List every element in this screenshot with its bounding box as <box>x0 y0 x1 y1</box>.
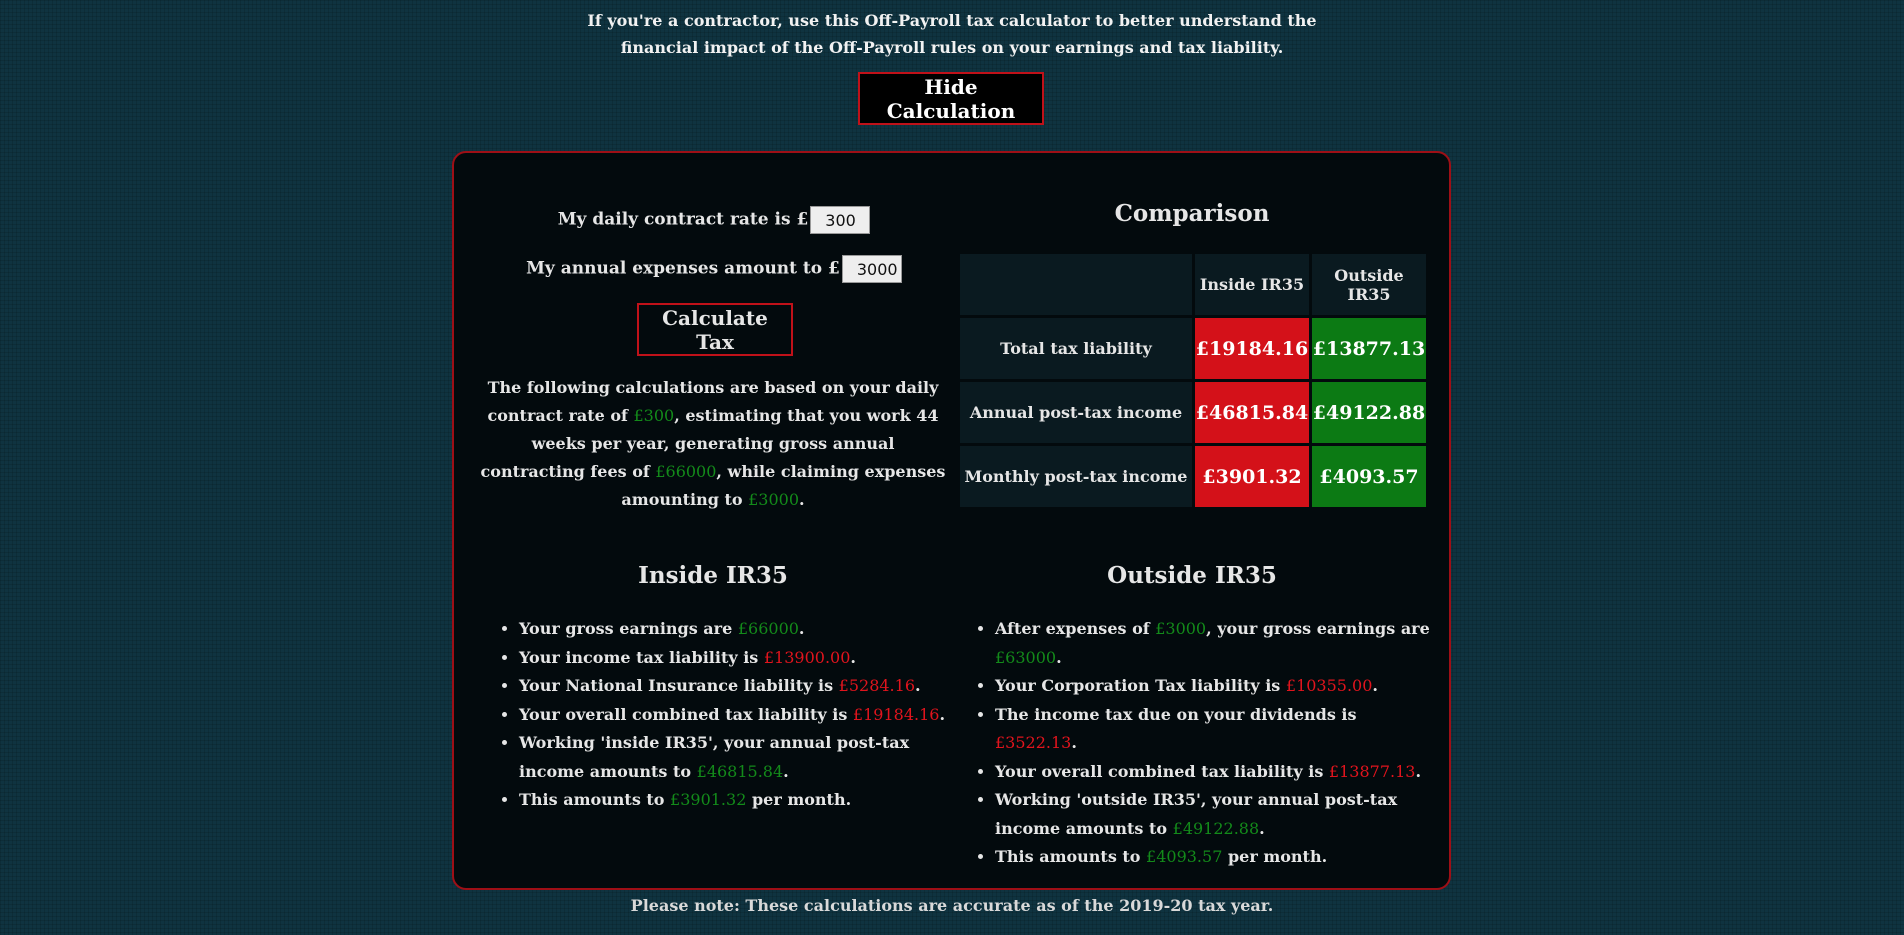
daily-rate-label: My daily contract rate is £ <box>557 209 809 230</box>
list-item: The income tax due on your dividends is … <box>995 701 1440 758</box>
inside-annual-income-value: £46815.84 <box>696 761 784 781</box>
intro-line-2: financial impact of the Off-Payroll rule… <box>620 38 1284 57</box>
list-item: Your National Insurance liability is £52… <box>519 672 969 701</box>
inside-annual-income: £46815.84 <box>1195 382 1309 443</box>
list-item: Your income tax liability is £13900.00. <box>519 644 969 673</box>
tax-year-note: Please note: These calculations are accu… <box>630 896 1274 915</box>
list-item: Your overall combined tax liability is £… <box>519 701 969 730</box>
dividend-tax-value: £3522.13 <box>995 733 1072 752</box>
item-text: Your National Insurance liability is <box>519 676 839 695</box>
calculation-summary: The following calculations are based on … <box>477 374 949 514</box>
daily-rate-row: My daily contract rate is £ <box>454 206 974 234</box>
outside-annual-income-value: £49122.88 <box>1172 818 1260 838</box>
item-text: This amounts to <box>519 790 671 809</box>
item-text: Your overall combined tax liability is <box>519 704 853 724</box>
row-label-total-tax: Total tax liability <box>960 318 1192 379</box>
list-item: Working 'inside IR35', your annual post-… <box>519 729 969 786</box>
expenses-input[interactable] <box>841 255 902 283</box>
outside-total-tax: £13877.13 <box>1312 318 1426 379</box>
item-text: . <box>915 676 921 695</box>
daily-rate-input[interactable] <box>810 206 871 234</box>
item-text: . <box>850 647 856 667</box>
table-row: Total tax liability £19184.16 £13877.13 <box>960 318 1426 379</box>
inside-total-tax: £19184.16 <box>1195 318 1309 379</box>
expenses-label: My annual expenses amount to £ <box>526 258 840 279</box>
gross-earnings-value: £66000 <box>737 619 799 638</box>
list-item: Your gross earnings are £66000. <box>519 615 969 644</box>
summary-rate-value: £300 <box>633 406 675 425</box>
item-text: Your overall combined tax liability is <box>995 761 1329 781</box>
intro-text: If you're a contractor, use this Off-Pay… <box>0 7 1904 61</box>
expenses-row: My annual expenses amount to £ <box>454 255 974 283</box>
calculate-tax-button[interactable]: Calculate Tax <box>637 303 793 356</box>
summary-fees-value: £66000 <box>655 462 717 481</box>
item-text: The income tax due on your dividends is <box>995 704 1357 724</box>
comparison-header-inside: Inside IR35 <box>1195 254 1309 315</box>
inside-monthly-value: £3901.32 <box>670 790 747 809</box>
item-text: . <box>1056 647 1062 667</box>
comparison-header-outside: Outside IR35 <box>1312 254 1426 315</box>
list-item: Your Corporation Tax liability is £10355… <box>995 672 1440 701</box>
inside-ir35-title: Inside IR35 <box>638 562 788 589</box>
table-row: Annual post-tax income £46815.84 £49122.… <box>960 382 1426 443</box>
item-text: per month. <box>1222 847 1328 866</box>
item-text: . <box>798 619 805 638</box>
comparison-header-empty <box>960 254 1192 315</box>
item-text: This amounts to <box>995 847 1147 866</box>
item-text: . <box>1071 733 1077 752</box>
item-text: After expenses of <box>995 619 1156 638</box>
summary-text-4: . <box>799 490 805 509</box>
outside-combined-tax-value: £13877.13 <box>1328 761 1416 781</box>
item-text: Your Corporation Tax liability is <box>995 676 1286 695</box>
comparison-header-row: Inside IR35 Outside IR35 <box>960 254 1426 315</box>
outside-ir35-list: After expenses of £3000, your gross earn… <box>975 615 1440 872</box>
list-item: This amounts to £3901.32 per month. <box>519 786 969 815</box>
income-tax-value: £13900.00 <box>763 647 851 667</box>
list-item: This amounts to £4093.57 per month. <box>995 843 1440 872</box>
inside-combined-tax-value: £19184.16 <box>852 704 940 724</box>
comparison-title: Comparison <box>1114 200 1270 227</box>
item-text: Your income tax liability is <box>519 647 764 667</box>
outside-monthly-income: £4093.57 <box>1312 446 1426 507</box>
corporation-tax-value: £10355.00 <box>1285 676 1373 695</box>
item-text: . <box>939 704 946 724</box>
item-text: , your gross earnings are <box>1206 619 1430 638</box>
table-row: Monthly post-tax income £3901.32 £4093.5… <box>960 446 1426 507</box>
item-text: . <box>1372 676 1378 695</box>
inside-ir35-list: Your gross earnings are £66000. Your inc… <box>499 615 969 815</box>
row-label-monthly-income: Monthly post-tax income <box>960 446 1192 507</box>
inside-monthly-income: £3901.32 <box>1195 446 1309 507</box>
summary-expenses-value: £3000 <box>748 490 800 509</box>
row-label-annual-income: Annual post-tax income <box>960 382 1192 443</box>
list-item: Your overall combined tax liability is £… <box>995 758 1440 787</box>
list-item: After expenses of £3000, your gross earn… <box>995 615 1440 672</box>
national-insurance-value: £5284.16 <box>838 676 915 695</box>
outside-monthly-value: £4093.57 <box>1146 847 1223 866</box>
outside-annual-income: £49122.88 <box>1312 382 1426 443</box>
list-item: Working 'outside IR35', your annual post… <box>995 786 1440 843</box>
hide-calculation-button[interactable]: Hide Calculation <box>858 72 1044 125</box>
expenses-value: £3000 <box>1155 619 1207 638</box>
item-text: per month. <box>746 790 852 809</box>
item-text: . <box>1415 761 1422 781</box>
calculator-panel: My daily contract rate is £ My annual ex… <box>452 151 1451 890</box>
item-text: . <box>783 761 789 781</box>
item-text: . <box>1259 818 1265 838</box>
intro-line-1: If you're a contractor, use this Off-Pay… <box>587 11 1317 30</box>
outside-gross-value: £63000 <box>995 647 1057 667</box>
outside-ir35-title: Outside IR35 <box>1107 562 1277 589</box>
comparison-table: Inside IR35 Outside IR35 Total tax liabi… <box>957 251 1429 510</box>
item-text: Your gross earnings are <box>519 619 738 638</box>
